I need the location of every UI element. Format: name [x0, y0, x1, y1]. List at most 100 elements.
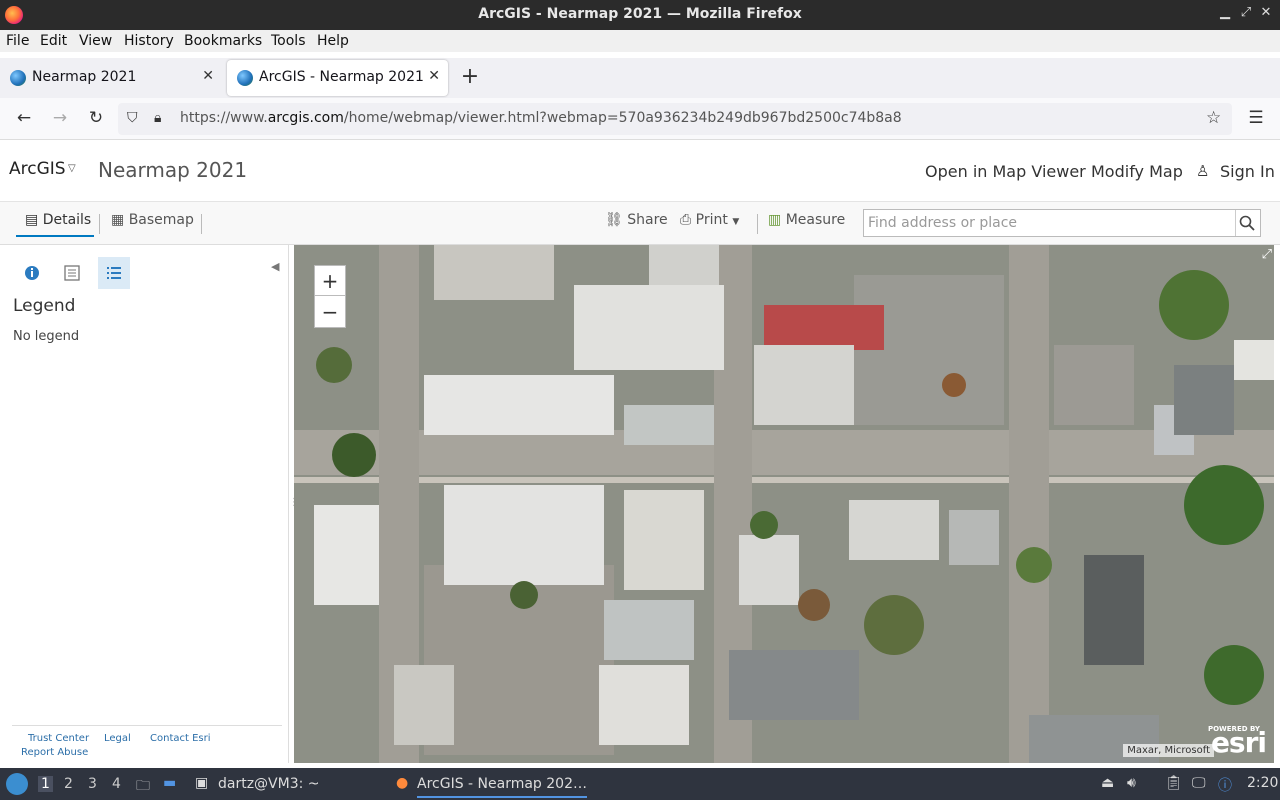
legend-button[interactable]: [98, 257, 130, 289]
no-legend-text: No legend: [13, 329, 80, 344]
volume-icon[interactable]: 🔊︎: [1127, 775, 1136, 791]
terminal-task[interactable]: dartz@VM3: ~: [218, 776, 320, 792]
menu-bookmarks[interactable]: Bookmarks: [184, 33, 262, 49]
legend-heading: Legend: [13, 296, 76, 316]
divider: [99, 214, 100, 234]
esri-logo[interactable]: esri: [1211, 726, 1267, 759]
firefox-task[interactable]: ArcGIS - Nearmap 202…: [417, 776, 587, 798]
clock[interactable]: 2:20: [1247, 775, 1278, 791]
contact-esri-link[interactable]: Contact Esri: [150, 733, 211, 744]
search-icon[interactable]: [1238, 214, 1256, 232]
hamburger-menu-icon[interactable]: ☰: [1245, 108, 1267, 128]
caret-down-icon: ▼: [732, 217, 740, 227]
about-button[interactable]: [16, 257, 48, 289]
reload-icon[interactable]: ↻: [85, 108, 107, 128]
shield-icon[interactable]: ⛉: [127, 110, 138, 126]
display-icon[interactable]: 🖵︎: [1192, 775, 1206, 791]
menu-history[interactable]: History: [124, 33, 174, 49]
expand-icon[interactable]: ⤢: [1262, 247, 1272, 262]
start-menu-icon[interactable]: [6, 773, 28, 795]
legal-link[interactable]: Legal: [104, 733, 131, 744]
menu-bar: File Edit View History Bookmarks Tools H…: [0, 30, 1280, 52]
globe-icon: [10, 70, 26, 86]
divider: [757, 214, 758, 234]
forward-icon[interactable]: →: [49, 108, 71, 128]
zoom-in-button[interactable]: +: [315, 266, 345, 296]
search-box: [863, 209, 1261, 237]
workspace-2[interactable]: 2: [64, 776, 73, 792]
workspace-4[interactable]: 4: [112, 776, 121, 792]
map-view[interactable]: + − ⤢ Maxar, Microsoft POWERED BY esri: [294, 245, 1274, 763]
content-button[interactable]: [56, 257, 88, 289]
zoom-out-button[interactable]: −: [315, 297, 345, 327]
minimize-icon[interactable]: ▁: [1217, 5, 1233, 20]
lock-icon[interactable]: 🔒︎: [154, 110, 161, 126]
globe-icon: [237, 70, 253, 86]
menu-tools[interactable]: Tools: [271, 33, 306, 49]
modify-map-link[interactable]: Modify Map: [1091, 162, 1183, 181]
url-text[interactable]: https://www.arcgis.com/home/webmap/viewe…: [180, 110, 902, 126]
menu-edit[interactable]: Edit: [40, 33, 67, 49]
tab-nearmap[interactable]: Nearmap 2021 ✕: [0, 60, 222, 96]
arcgis-brand[interactable]: ArcGIS: [9, 159, 66, 179]
print-button[interactable]: ⎙ Print ▼: [680, 212, 739, 228]
arcgis-header: ArcGIS ▽ Nearmap 2021 Open in Map Viewer…: [0, 140, 1280, 202]
panel-footer: Trust Center Legal Contact Esri Report A…: [12, 725, 282, 758]
tab-label: ArcGIS - Nearmap 2021: [259, 69, 424, 85]
back-icon[interactable]: ←: [13, 108, 35, 128]
close-window-icon[interactable]: ✕: [1258, 5, 1274, 20]
workspace-1[interactable]: 1: [38, 776, 53, 792]
tab-bar: Nearmap 2021 ✕ ArcGIS - Nearmap 2021 ✕: [0, 58, 1280, 98]
window-title: ArcGIS - Nearmap 2021 — Mozilla Firefox: [478, 6, 802, 22]
new-tab-icon[interactable]: +: [460, 66, 480, 88]
search-input[interactable]: [864, 210, 1236, 236]
terminal-icon[interactable]: ▣: [195, 775, 208, 791]
legend-icon: [107, 267, 121, 279]
content-icon: [64, 265, 80, 281]
clipboard-icon[interactable]: 📋︎: [1165, 775, 1183, 791]
tab-label: Nearmap 2021: [32, 69, 137, 85]
measure-button[interactable]: ▥ Measure: [768, 212, 845, 228]
network-icon[interactable]: ⏏: [1101, 775, 1114, 791]
collapse-panel-icon[interactable]: ◀: [271, 260, 279, 273]
user-icon[interactable]: ♙: [1196, 162, 1209, 180]
details-icon: ▤: [25, 212, 39, 228]
info-icon: [25, 266, 39, 280]
file-manager-icon[interactable]: 🗀︎: [136, 775, 150, 799]
menu-view[interactable]: View: [79, 33, 112, 49]
window-titlebar: ArcGIS - Nearmap 2021 — Mozilla Firefox …: [0, 0, 1280, 30]
printer-icon: ⎙: [680, 212, 692, 228]
workspace-3[interactable]: 3: [88, 776, 97, 792]
sign-in-link[interactable]: Sign In: [1220, 162, 1275, 181]
zoom-control: + −: [314, 265, 346, 328]
maximize-icon[interactable]: ⤢: [1238, 5, 1254, 20]
map-attribution: Maxar, Microsoft: [1123, 744, 1214, 757]
divider: [201, 214, 202, 234]
notification-icon[interactable]: ⓘ: [1218, 775, 1232, 795]
url-bar[interactable]: ⛉ 🔒︎ https://www.arcgis.com/home/webmap/…: [118, 103, 1232, 135]
map-title: Nearmap 2021: [98, 158, 248, 182]
close-tab-icon[interactable]: ✕: [202, 68, 214, 84]
desktop-icon[interactable]: ▬: [163, 775, 176, 791]
link-icon: ⛓: [605, 212, 623, 228]
ruler-icon: ▥: [768, 212, 782, 228]
menu-file[interactable]: File: [6, 33, 29, 49]
tab-arcgis[interactable]: ArcGIS - Nearmap 2021 ✕: [227, 60, 448, 96]
map-toolbar: ▤ Details ▦ Basemap ⛓ Share ⎙ Print ▼ ▥ …: [0, 202, 1280, 245]
satellite-imagery: [294, 245, 1274, 763]
caret-down-icon[interactable]: ▽: [68, 163, 76, 174]
details-panel: ◀ Legend No legend Trust Center Legal Co…: [6, 245, 289, 763]
taskbar: 1 2 3 4 🗀︎ ▬ ▣ dartz@VM3: ~ ● ArcGIS - N…: [0, 768, 1280, 800]
bookmark-star-icon[interactable]: ☆: [1206, 108, 1221, 128]
basemap-icon: ▦: [111, 212, 125, 228]
report-abuse-link[interactable]: Report Abuse: [21, 747, 88, 758]
navigation-bar: ← → ↻ ⛉ 🔒︎ https://www.arcgis.com/home/w…: [0, 98, 1280, 140]
menu-help[interactable]: Help: [317, 33, 349, 49]
firefox-task-icon[interactable]: ●: [396, 775, 408, 791]
tab-details[interactable]: ▤ Details: [16, 212, 94, 237]
tab-basemap[interactable]: ▦ Basemap: [111, 212, 194, 228]
open-in-map-viewer-link[interactable]: Open in Map Viewer: [925, 162, 1086, 181]
close-tab-icon[interactable]: ✕: [428, 68, 440, 84]
trust-center-link[interactable]: Trust Center: [28, 733, 89, 744]
share-button[interactable]: ⛓ Share: [605, 212, 668, 228]
